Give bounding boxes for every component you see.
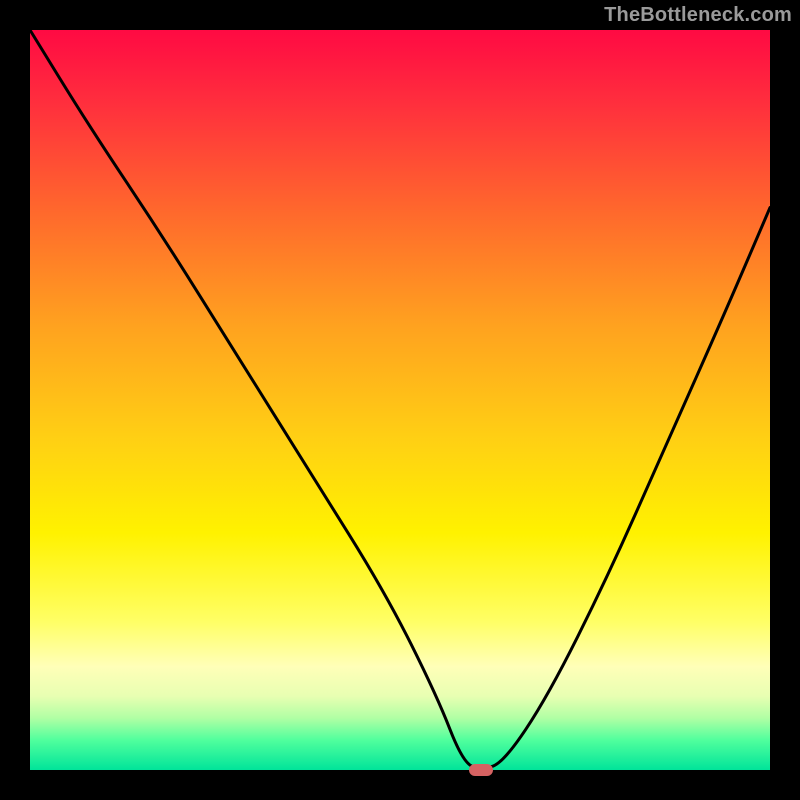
- optimum-marker: [469, 764, 493, 776]
- chart-frame: TheBottleneck.com: [0, 0, 800, 800]
- watermark-text: TheBottleneck.com: [604, 4, 792, 27]
- bottleneck-curve-path: [30, 30, 770, 768]
- curve-svg: [30, 30, 770, 770]
- plot-area: [30, 30, 770, 770]
